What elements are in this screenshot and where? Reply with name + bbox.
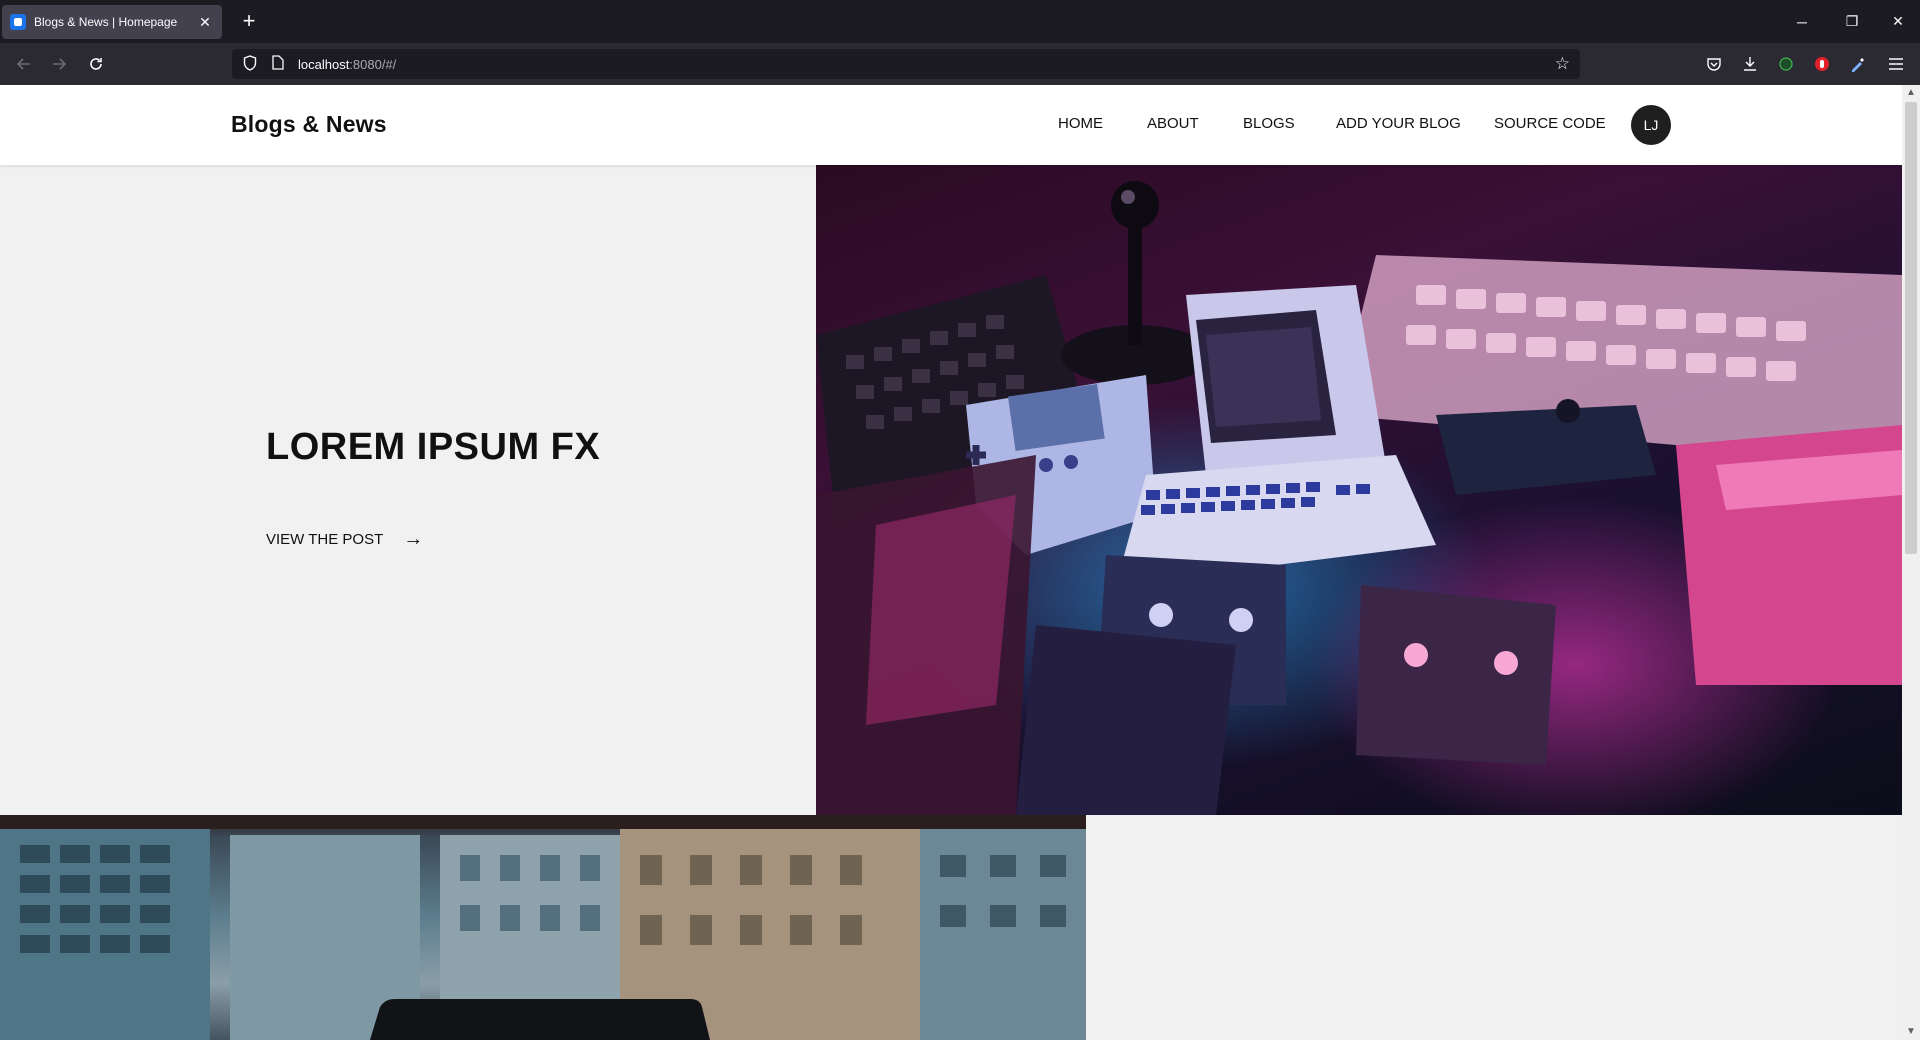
favicon-icon [10,14,26,30]
scroll-thumb[interactable] [1905,102,1917,554]
pocket-icon[interactable] [1702,52,1726,76]
address-bar[interactable]: localhost:8080/#/ ☆ [232,49,1580,79]
new-tab-button[interactable]: + [236,9,262,33]
tab-title: Blogs & News | Homepage [34,15,178,29]
color-picker-icon[interactable] [1846,52,1870,76]
secondary-image-city-buildings[interactable] [0,815,1086,1040]
user-avatar[interactable]: LJ [1631,105,1671,145]
extension-green-icon[interactable] [1774,52,1798,76]
reload-button[interactable] [82,50,110,78]
hero-image-retro-computers[interactable] [816,165,1902,815]
reload-icon [90,58,102,70]
nav-home[interactable]: HOME [1058,115,1103,132]
browser-tab[interactable]: Blogs & News | Homepage ✕ [2,5,222,39]
hero-title: LOREM IPSUM FX [266,426,601,468]
city-buildings-illustration [0,815,1086,1040]
url-path: :8080/#/ [349,56,397,72]
page-viewport: Blogs & News HOME ABOUT BLOGS ADD YOUR B… [0,85,1920,1040]
nav-source-code[interactable]: SOURCE CODE [1494,115,1606,132]
downloads-icon[interactable] [1738,52,1762,76]
arrow-right-icon: → [403,528,424,550]
site-logo[interactable]: Blogs & News [231,111,387,138]
shield-icon[interactable] [242,54,258,74]
nav-add-your-blog[interactable]: ADD YOUR BLOG [1336,115,1461,132]
view-post-label: VIEW THE POST [266,531,384,548]
close-tab-icon[interactable]: ✕ [196,14,214,31]
page-icon [270,55,286,73]
page-scrollbar[interactable]: ▲ ▼ [1902,85,1920,1040]
extension-red-icon[interactable] [1810,52,1834,76]
scroll-down-icon[interactable]: ▼ [1902,1024,1920,1040]
restore-button[interactable]: ❐ [1830,0,1874,43]
bookmark-star-icon[interactable]: ☆ [1555,54,1570,74]
menu-icon[interactable] [1884,52,1908,76]
browser-navbar: localhost:8080/#/ ☆ [0,43,1920,85]
url-host: localhost [298,56,350,72]
forward-arrow-icon [53,58,67,70]
nav-about[interactable]: ABOUT [1147,115,1199,132]
nav-blogs[interactable]: BLOGS [1243,115,1295,132]
view-post-link[interactable]: VIEW THE POST → [266,528,424,550]
hero-text-panel: LOREM IPSUM FX VIEW THE POST → [0,165,816,815]
retro-computers-illustration [816,181,1902,815]
browser-tabbar: Blogs & News | Homepage ✕ + ─ ❐ ✕ [0,0,1920,43]
forward-button[interactable] [45,50,73,78]
site-header: Blogs & News HOME ABOUT BLOGS ADD YOUR B… [0,85,1902,165]
scroll-up-icon[interactable]: ▲ [1902,85,1920,101]
window-close-button[interactable]: ✕ [1876,0,1920,43]
back-button[interactable] [10,50,38,78]
minimize-button[interactable]: ─ [1780,0,1824,43]
back-arrow-icon [16,58,30,70]
